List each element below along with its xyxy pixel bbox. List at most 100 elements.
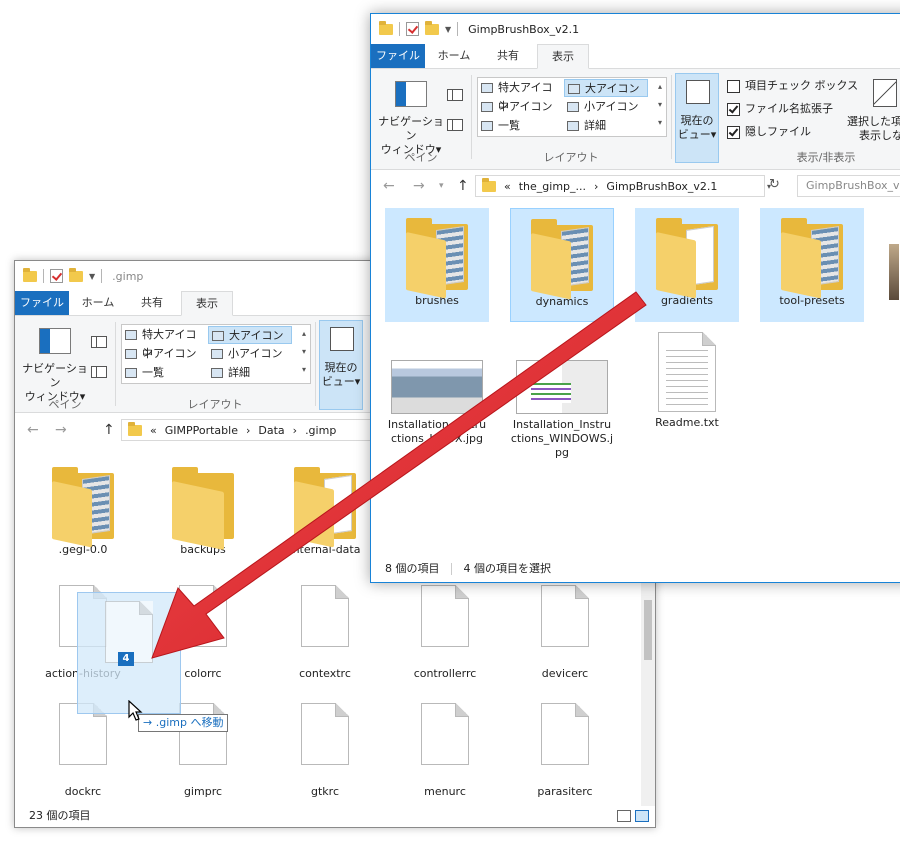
up-arrow-icon[interactable]: ↑ xyxy=(103,422,115,438)
file-item-contextrc[interactable]: contextrc xyxy=(273,577,377,681)
details-view-icon[interactable] xyxy=(617,810,631,822)
layout-scroll[interactable]: ▴ ▾ ▾ xyxy=(298,325,310,383)
layout-details[interactable]: 詳細 xyxy=(564,117,648,135)
forward-arrow-icon[interactable]: → xyxy=(55,422,67,438)
divider xyxy=(115,322,116,406)
hide-selected-button[interactable]: 選択した項 表示しな xyxy=(847,79,900,143)
item-label: parasiterc xyxy=(537,785,593,798)
item-checkboxes-toggle[interactable]: 項目チェック ボックス xyxy=(727,77,858,95)
breadcrumb-overflow[interactable]: « xyxy=(504,180,511,193)
current-view-label: 現在の xyxy=(680,114,714,127)
breadcrumb-gimp[interactable]: .gimp xyxy=(305,424,336,437)
move-tooltip: → .gimp へ移動 xyxy=(138,714,229,732)
tab-file[interactable]: ファイル xyxy=(15,291,69,315)
file-icon xyxy=(301,585,349,647)
tab-view[interactable]: 表示 xyxy=(181,291,233,316)
medium-icons-icon xyxy=(481,102,493,112)
hidden-items-toggle[interactable]: 隠しファイル xyxy=(727,123,811,141)
layout-small-icons[interactable]: 小アイコン xyxy=(208,345,292,363)
layout-large-icons[interactable]: 大アイコン xyxy=(208,326,292,344)
layout-large-icons[interactable]: 大アイコン xyxy=(564,79,648,97)
back-arrow-icon[interactable]: ← xyxy=(383,178,395,194)
layout-extra-large-icons[interactable]: 特大アイコン xyxy=(478,79,562,112)
details-pane-icon[interactable] xyxy=(447,119,463,131)
forward-arrow-icon[interactable]: → xyxy=(413,178,425,194)
partial-item-thumbnail[interactable] xyxy=(889,244,899,300)
properties-icon[interactable] xyxy=(406,22,419,36)
item-label: menurc xyxy=(424,785,466,798)
file-item-menurc[interactable]: menurc xyxy=(393,695,497,799)
small-icons-icon xyxy=(567,102,579,112)
ribbon-view: ナビゲーション ウィンドウ▾ ペイン 特大アイコン 大アイコン 中アイコン 小ア… xyxy=(371,69,900,170)
layout-gallery[interactable]: 特大アイコン 大アイコン 中アイコン 小アイコン 一覧 詳細 ▴ ▾ ▾ xyxy=(477,77,667,137)
file-item-parasiterc[interactable]: parasiterc xyxy=(513,695,617,799)
address-bar[interactable]: « the_gimp_... › GimpBrushBox_v2.1 xyxy=(475,175,765,197)
layout-group-label: レイアウト xyxy=(187,398,243,411)
folder-icon xyxy=(52,467,114,548)
text-item-readme[interactable]: Readme.txt xyxy=(635,326,739,430)
breadcrumb-gimpbrushbox[interactable]: GimpBrushBox_v2.1 xyxy=(606,180,717,193)
tab-share[interactable]: 共有 xyxy=(483,44,533,68)
layout-gallery[interactable]: 特大アイコン 大アイコン 中アイコン 小アイコン 一覧 詳細 ▴ ▾ ▾ xyxy=(121,324,311,384)
current-view-button[interactable]: 現在の ビュー▾ xyxy=(319,320,363,410)
file-item-controllerrc[interactable]: controllerrc xyxy=(393,577,497,681)
scroll-thumb[interactable] xyxy=(644,600,652,660)
file-item-devicerc[interactable]: devicerc xyxy=(513,577,617,681)
checkbox[interactable] xyxy=(727,80,740,93)
preview-pane-icon[interactable] xyxy=(447,89,463,101)
breadcrumb-overflow[interactable]: « xyxy=(150,424,157,437)
layout-details[interactable]: 詳細 xyxy=(208,364,292,382)
checkbox[interactable] xyxy=(727,126,740,139)
tab-share[interactable]: 共有 xyxy=(127,291,177,315)
folder-item-gradients[interactable]: gradients xyxy=(635,208,739,322)
file-icon xyxy=(421,585,469,647)
folder-item-brushes[interactable]: brushes xyxy=(385,208,489,322)
tab-file[interactable]: ファイル xyxy=(371,44,425,68)
properties-icon[interactable] xyxy=(50,269,63,283)
layout-small-icons[interactable]: 小アイコン xyxy=(564,98,648,116)
back-arrow-icon[interactable]: ← xyxy=(27,422,39,438)
new-folder-icon[interactable] xyxy=(425,20,439,35)
image-item-linux-instructions[interactable]: Installation_Instructions_LINUX.jpg xyxy=(385,344,489,446)
folder-item-tool-presets[interactable]: tool-presets xyxy=(760,208,864,322)
layout-medium-icons[interactable]: 中アイコン xyxy=(478,98,562,116)
title-bar[interactable]: ▼ GimpBrushBox_v2.1 xyxy=(371,14,900,44)
file-extensions-toggle[interactable]: ファイル名拡張子 xyxy=(727,100,833,118)
up-arrow-icon[interactable]: ↑ xyxy=(457,178,469,194)
layout-extra-large-icons[interactable]: 特大アイコン xyxy=(122,326,206,359)
item-label: dockrc xyxy=(64,785,102,798)
folder-item-gegl[interactable]: .gegl-0.0 xyxy=(31,457,135,557)
large-icons-view-icon[interactable] xyxy=(635,810,649,822)
current-view-button[interactable]: 現在の ビュー▾ xyxy=(675,73,719,163)
breadcrumb-gimpportable[interactable]: GIMPPortable xyxy=(165,424,238,437)
breadcrumb-the-gimp[interactable]: the_gimp_... xyxy=(519,180,586,193)
chevron-down-icon[interactable]: ▼ xyxy=(445,25,451,34)
layout-scroll[interactable]: ▴ ▾ ▾ xyxy=(654,78,666,136)
folder-item-dynamics[interactable]: dynamics xyxy=(510,208,614,322)
folder-item-backups[interactable]: backups xyxy=(151,457,255,557)
navigation-pane-icon[interactable] xyxy=(395,81,427,107)
layout-list[interactable]: 一覧 xyxy=(122,364,206,382)
preview-pane-icon[interactable] xyxy=(91,336,107,348)
refresh-icon[interactable]: ↻ xyxy=(769,177,780,192)
new-folder-icon[interactable] xyxy=(69,267,83,282)
tab-home[interactable]: ホーム xyxy=(73,291,123,315)
recent-locations-chevron-icon[interactable]: ▾ xyxy=(439,181,444,191)
file-item-gtkrc[interactable]: gtkrc xyxy=(273,695,377,799)
folder-icon xyxy=(23,267,37,282)
image-item-windows-instructions[interactable]: Installation_Instructions_WINDOWS.jpg xyxy=(510,344,614,460)
search-input[interactable]: GimpBrushBox_v2 xyxy=(797,175,900,197)
checkbox[interactable] xyxy=(727,103,740,116)
navigation-pane-icon[interactable] xyxy=(39,328,71,354)
folder-item-internal-data[interactable]: internal-data xyxy=(273,457,377,557)
details-pane-icon[interactable] xyxy=(91,366,107,378)
explorer-window-gimpbrushbox[interactable]: ▼ GimpBrushBox_v2.1 ファイル ホーム 共有 表示 ナビゲーシ… xyxy=(370,13,900,583)
tab-home[interactable]: ホーム xyxy=(429,44,479,68)
breadcrumb-data[interactable]: Data xyxy=(258,424,284,437)
layout-list[interactable]: 一覧 xyxy=(478,117,562,135)
tab-view[interactable]: 表示 xyxy=(537,44,589,69)
ribbon-tabs: ファイル ホーム 共有 表示 xyxy=(371,44,900,69)
chevron-down-icon[interactable]: ▼ xyxy=(89,272,95,281)
status-bar: 23 個の項目 xyxy=(15,805,655,827)
layout-medium-icons[interactable]: 中アイコン xyxy=(122,345,206,363)
